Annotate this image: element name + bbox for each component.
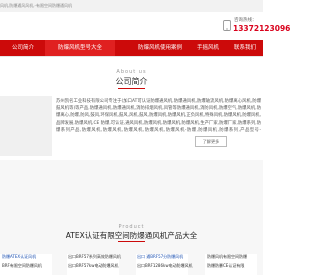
nav-item-cases[interactable]: 防爆风机使用案例 [126,40,194,56]
products-title: ATEX认证有限空间防爆通风机产品大全 [65,231,198,240]
logo[interactable] [0,14,60,38]
nav-item-models[interactable]: 防爆风机型号大全 [45,40,115,56]
product-caption[interactable]: 防爆风机有限空间防爆 [207,254,247,259]
product-caption[interactable]: 防爆ATEX认证风机 [2,254,36,259]
title-underline [118,88,145,89]
about-title: 公司简介 [115,77,148,86]
title-underline [118,241,145,242]
product-caption[interactable]: 出口 通BRF57分防爆风机 [137,254,183,259]
phone-label: 咨询热线： [234,18,257,23]
product-caption[interactable]: 出口BRF57系列高效防爆风机 [68,254,121,259]
about-en-title: About us [116,69,147,75]
product-caption-2[interactable]: BRF有限空间防爆风机 [2,263,42,268]
about-image [0,96,52,156]
product-caption-2[interactable]: 出口BRF57kw电动防爆风机 [68,263,119,268]
top-bar-text: 风机,防爆通风风机,-有限空间防爆通风机 [0,3,72,8]
divider [0,56,263,57]
nav-item-about[interactable]: 公司简介 [3,40,43,56]
phone-icon [223,20,231,31]
product-caption-2[interactable]: 防爆防暴CE认证有限 [207,263,244,268]
nav-item-hand-fan[interactable]: 手摇风机 [193,40,223,56]
more-button[interactable]: 了解更多 [195,136,227,147]
phone-number[interactable]: 13372123096 [233,24,290,33]
about-body: 苏州凯名工业科技有限公司专注于(加口AT可认证防爆通风机,防爆通风机,防爆轴流风… [56,99,261,133]
nav-item-contact[interactable]: 联系我们 [228,40,262,56]
product-caption-2[interactable]: 出口BRF1286kw电动防爆风机 [137,263,193,268]
